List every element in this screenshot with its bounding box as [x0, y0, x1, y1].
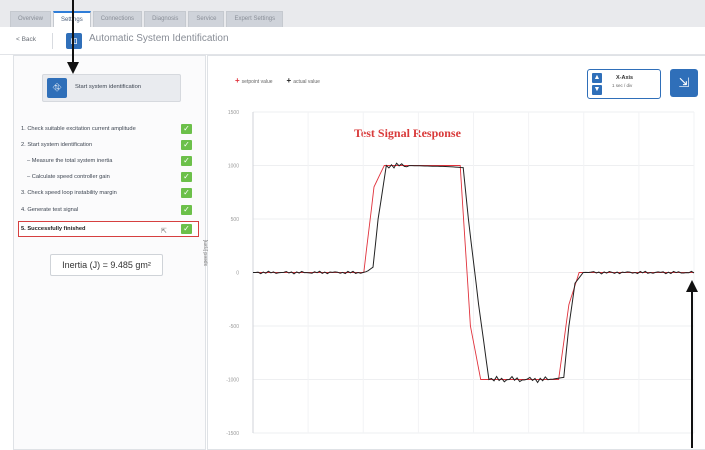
chart-panel: + setpoint value + actual value ▲ ▼ X-Axis… [203, 55, 705, 450]
checkmark-icon: ✓ [181, 140, 192, 150]
step-item: 1. Check suitable excitation current amp… [19, 123, 199, 135]
procedure-panel: ⛗ Start system identification 1. Check s… [13, 55, 206, 450]
response-chart: 1500 1000 500 0 -500 -1000 -1500 [226, 110, 695, 437]
start-system-identification-button[interactable]: ⛗ Start system identification [42, 74, 181, 102]
tab-expert-settings[interactable]: Expert Settings [226, 11, 284, 27]
step-label: – Calculate speed controller gain [27, 174, 110, 180]
checkmark-icon: ✓ [181, 172, 192, 182]
step-label: 5. Successfully finished [21, 226, 86, 232]
step-item: – Calculate speed controller gain ✓ [19, 171, 199, 183]
tab-service[interactable]: Service [188, 11, 225, 27]
y-tick-label: 500 [231, 217, 240, 223]
step-item: – Measure the total system inertia ✓ [19, 155, 199, 167]
step-label: 1. Check suitable excitation current amp… [21, 126, 136, 132]
back-button[interactable]: < Back [16, 36, 36, 43]
tab-diagnosis[interactable]: Diagnosis [144, 11, 187, 27]
step-item-finished: 5. Successfully finished ⇱ ✓ [18, 221, 199, 237]
header-divider [52, 33, 53, 49]
step-item: 2. Start system identification ✓ [19, 139, 199, 151]
page-title: Automatic System Identification [89, 33, 229, 44]
step-label: 4. Generate test signal [21, 207, 79, 213]
y-tick-label: -1000 [226, 378, 239, 384]
tab-overview[interactable]: Overview [10, 11, 52, 27]
step-item: 4. Generate test signal ✓ [19, 204, 199, 216]
step-label: 2. Start system identification [21, 142, 93, 148]
inertia-result: Inertia (J) = 9.485 gm² [50, 254, 163, 276]
checkmark-icon: ✓ [181, 156, 192, 166]
identification-start-icon: ⛗ [47, 78, 67, 98]
y-tick-label: -500 [229, 324, 239, 330]
tab-connections[interactable]: Connections [92, 11, 143, 27]
start-button-label: Start system identification [75, 84, 142, 90]
checkmark-icon: ✓ [181, 188, 192, 198]
checkmark-icon: ✓ [181, 205, 192, 215]
identification-icon: ◫ [66, 33, 82, 49]
page-header: < Back ◫ Automatic System Identification [0, 27, 705, 55]
mouse-cursor-icon: ⇱ [161, 228, 167, 235]
y-tick-label: 1500 [228, 110, 239, 116]
step-item: 3. Check speed loop instability margin ✓ [19, 187, 199, 199]
tab-bar: Overview Settings Connections Diagnosis … [0, 0, 705, 29]
checkmark-icon: ✓ [181, 224, 192, 234]
step-label: – Measure the total system inertia [27, 158, 113, 164]
step-label: 3. Check speed loop instability margin [21, 190, 117, 196]
y-tick-label: 1000 [228, 164, 239, 170]
y-tick-label: 0 [236, 271, 239, 277]
checkmark-icon: ✓ [181, 124, 192, 134]
y-tick-label: -1500 [226, 431, 239, 437]
